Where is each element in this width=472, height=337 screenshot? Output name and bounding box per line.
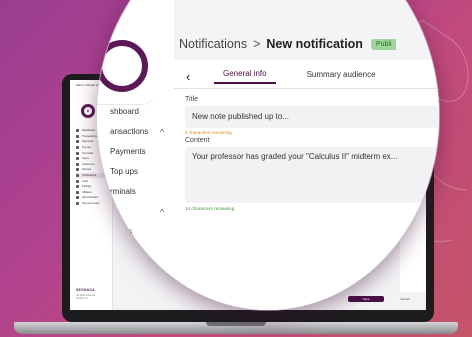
- mini-nav-label: Devices: [82, 168, 92, 172]
- nav-icon: [76, 202, 79, 206]
- nav-icon: [76, 174, 79, 178]
- sidebar-item-label: omers: [110, 227, 133, 236]
- tab-summary-audience[interactable]: Summary audience: [298, 70, 385, 83]
- nav-icon: [76, 129, 79, 133]
- title-label: Title: [185, 96, 198, 103]
- status-badge: Publi: [370, 38, 396, 50]
- mini-nav-label: Notifications: [82, 174, 97, 178]
- nav-icon: [76, 185, 79, 189]
- sidebar-item-label: Top ups: [110, 167, 139, 176]
- sidebar-item-label: rminals: [110, 187, 136, 196]
- sidebar-nav-item[interactable]: rs ^: [110, 207, 164, 227]
- back-arrow-icon[interactable]: ‹: [186, 69, 206, 84]
- chevron-up-icon[interactable]: ^: [160, 127, 164, 137]
- title-input[interactable]: New note published up to...: [185, 106, 439, 128]
- sidebar-nav-item[interactable]: Top ups: [110, 167, 148, 187]
- nav-icon: [76, 157, 79, 161]
- mini-nav-label: Users: [82, 157, 89, 161]
- mini-logo: [81, 104, 95, 118]
- mini-footer-line: Version 1.0: [76, 297, 88, 300]
- mini-nav-label: Dashboard: [82, 129, 95, 133]
- nav-icon: [76, 179, 79, 183]
- magnifier-lens: shboard ansactions ^ Payments Top ups rminals…: [97, 0, 439, 310]
- nav-icon: [76, 196, 79, 200]
- mini-nav-label: Top ups: [82, 146, 92, 150]
- chevron-right-icon: >: [253, 37, 261, 51]
- sidebar-nav-item[interactable]: omers: [110, 227, 148, 247]
- app-logo: [97, 40, 148, 92]
- sidebar-nav-item[interactable]: Payments: [110, 147, 148, 167]
- chevron-up-icon[interactable]: ^: [160, 207, 164, 217]
- sidebar-item-label: ansactions: [110, 127, 149, 136]
- breadcrumb-notifications[interactable]: Notifications: [179, 37, 247, 51]
- mini-nav-label: Transactions: [82, 134, 97, 138]
- mini-nav-label: Links: [82, 179, 89, 183]
- nav-icon: [76, 151, 79, 155]
- sidebar-item-label: rs: [110, 207, 117, 216]
- nav-icon: [76, 140, 79, 144]
- mini-nav-label: Administration: [82, 196, 99, 200]
- content-textarea[interactable]: Your professor has graded your "Calculus…: [185, 147, 439, 203]
- tab-general-info[interactable]: General info: [214, 69, 276, 84]
- sidebar-nav: shboard ansactions ^ Payments Top ups rminals…: [110, 107, 164, 247]
- sidebar-item-label: shboard: [110, 107, 139, 116]
- laptop-notch: [206, 322, 266, 326]
- tab-bar: ‹ General info Summary audience: [186, 66, 407, 86]
- tab-divider: [174, 88, 439, 89]
- mini-nav-label: Terminals: [82, 151, 94, 155]
- nav-icon: [76, 146, 79, 150]
- nav-icon: [76, 134, 79, 138]
- sidebar-nav-item[interactable]: shboard: [110, 107, 148, 127]
- content-char-counter: 14 characters remaining: [185, 206, 235, 211]
- nav-icon: [76, 168, 79, 172]
- mini-brand: SEGHADA: [76, 288, 96, 292]
- nav-icon: [76, 190, 79, 194]
- sidebar-item-label: Payments: [110, 147, 146, 156]
- mini-nav-label: Customers: [82, 162, 95, 166]
- page-title: New notification: [266, 37, 363, 51]
- title-char-counter: 8 characters remaining: [185, 130, 232, 135]
- sidebar-nav-item[interactable]: ansactions ^: [110, 127, 164, 147]
- nav-icon: [76, 162, 79, 166]
- mini-nav-label: Affiliates: [82, 190, 92, 194]
- breadcrumb: Notifications > New notification Publi: [179, 37, 396, 51]
- mini-nav-label: Payments: [82, 140, 94, 144]
- sidebar-nav-item[interactable]: rminals: [110, 187, 148, 207]
- mini-nav-label: Settings: [82, 185, 92, 189]
- content-label: Content: [185, 137, 210, 144]
- mini-footer: All rights reserved Version 1.0: [76, 294, 95, 300]
